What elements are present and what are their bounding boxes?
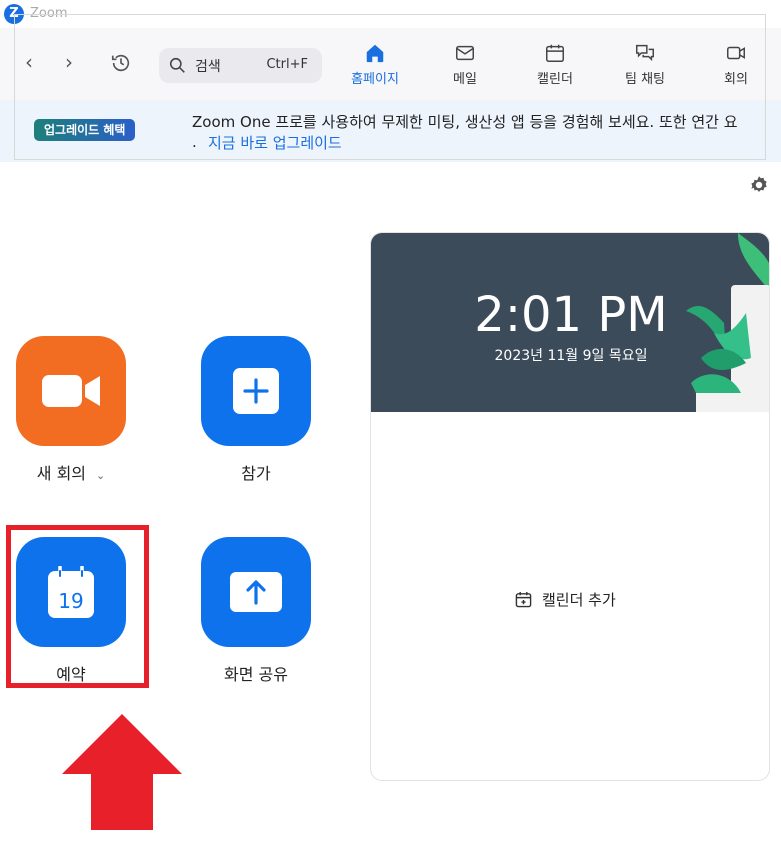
banner-dot: . — [192, 133, 197, 151]
share-screen-button[interactable] — [201, 537, 311, 647]
share-screen-action[interactable]: 화면 공유 — [201, 537, 311, 685]
tab-label: 회의 — [724, 72, 748, 87]
title-bar: Z Zoom — [0, 0, 781, 28]
search-shortcut: Ctrl+F — [266, 57, 308, 72]
history-icon[interactable] — [110, 52, 132, 74]
tab-label: 홈페이지 — [351, 72, 399, 87]
calendar-add-icon — [515, 591, 532, 608]
search-box[interactable]: 검색 Ctrl+F — [159, 48, 322, 83]
tab-team-chat[interactable]: 팀 채팅 — [617, 42, 673, 92]
join-action[interactable]: 참가 — [201, 336, 311, 484]
calendar-card: 2:01 PM 2023년 11월 9일 목요일 캘린더 추가 — [370, 232, 770, 781]
upgrade-banner: 업그레이드 혜택 Zoom One 프로를 사용하여 무제한 미팅, 생산성 앱… — [0, 100, 781, 162]
gear-icon[interactable] — [748, 174, 770, 196]
upload-arrow-icon — [230, 572, 282, 612]
chat-icon — [636, 44, 654, 62]
forward-button[interactable]: › — [57, 50, 81, 74]
share-screen-label: 화면 공유 — [224, 665, 288, 684]
tab-label: 팀 채팅 — [624, 72, 665, 87]
red-arrow-icon — [62, 714, 182, 830]
video-camera-icon — [42, 375, 100, 407]
search-icon — [169, 57, 185, 73]
back-button[interactable]: ‹ — [17, 50, 41, 74]
plus-icon — [233, 368, 279, 414]
highlight-box — [6, 525, 149, 688]
banner-text: Zoom One 프로를 사용하여 무제한 미팅, 생산성 앱 등을 경험해 보… — [192, 113, 738, 131]
tab-calendar[interactable]: 캘린더 — [529, 42, 581, 92]
zoom-window: Z Zoom ‹ › 검색 Ctrl+F 홈페이지 메일 캘린더 팀 채팅 회의… — [0, 0, 781, 854]
search-label: 검색 — [195, 59, 221, 75]
chevron-down-icon[interactable]: ⌄ — [96, 469, 105, 482]
tab-meetings[interactable]: 회의 — [716, 42, 756, 92]
join-label: 참가 — [241, 464, 271, 483]
tab-mail[interactable]: 메일 — [440, 42, 490, 92]
window-title: Zoom — [30, 6, 68, 21]
join-button[interactable] — [201, 336, 311, 446]
video-icon — [727, 46, 745, 60]
toolbar: ‹ › 검색 Ctrl+F 홈페이지 메일 캘린더 팀 채팅 회의 — [0, 28, 781, 100]
zoom-logo-icon: Z — [4, 4, 24, 24]
add-calendar-label: 캘린더 추가 — [542, 591, 616, 609]
home-icon — [366, 44, 384, 63]
mail-icon — [456, 45, 474, 61]
new-meeting-action[interactable]: 새 회의 ⌄ — [16, 336, 126, 484]
new-meeting-button[interactable] — [16, 336, 126, 446]
tab-home[interactable]: 홈페이지 — [340, 42, 410, 92]
tab-label: 캘린더 — [537, 72, 573, 87]
upgrade-badge: 업그레이드 혜택 — [34, 119, 136, 141]
add-calendar-button[interactable]: 캘린더 추가 — [515, 589, 616, 610]
plant-illustration-icon — [686, 233, 769, 412]
tab-label: 메일 — [453, 72, 477, 87]
calendar-icon — [546, 44, 564, 62]
clock-header: 2:01 PM 2023년 11월 9일 목요일 — [371, 233, 769, 412]
new-meeting-label: 새 회의 — [36, 464, 87, 483]
upgrade-link[interactable]: 지금 바로 업그레이드 — [208, 132, 342, 153]
